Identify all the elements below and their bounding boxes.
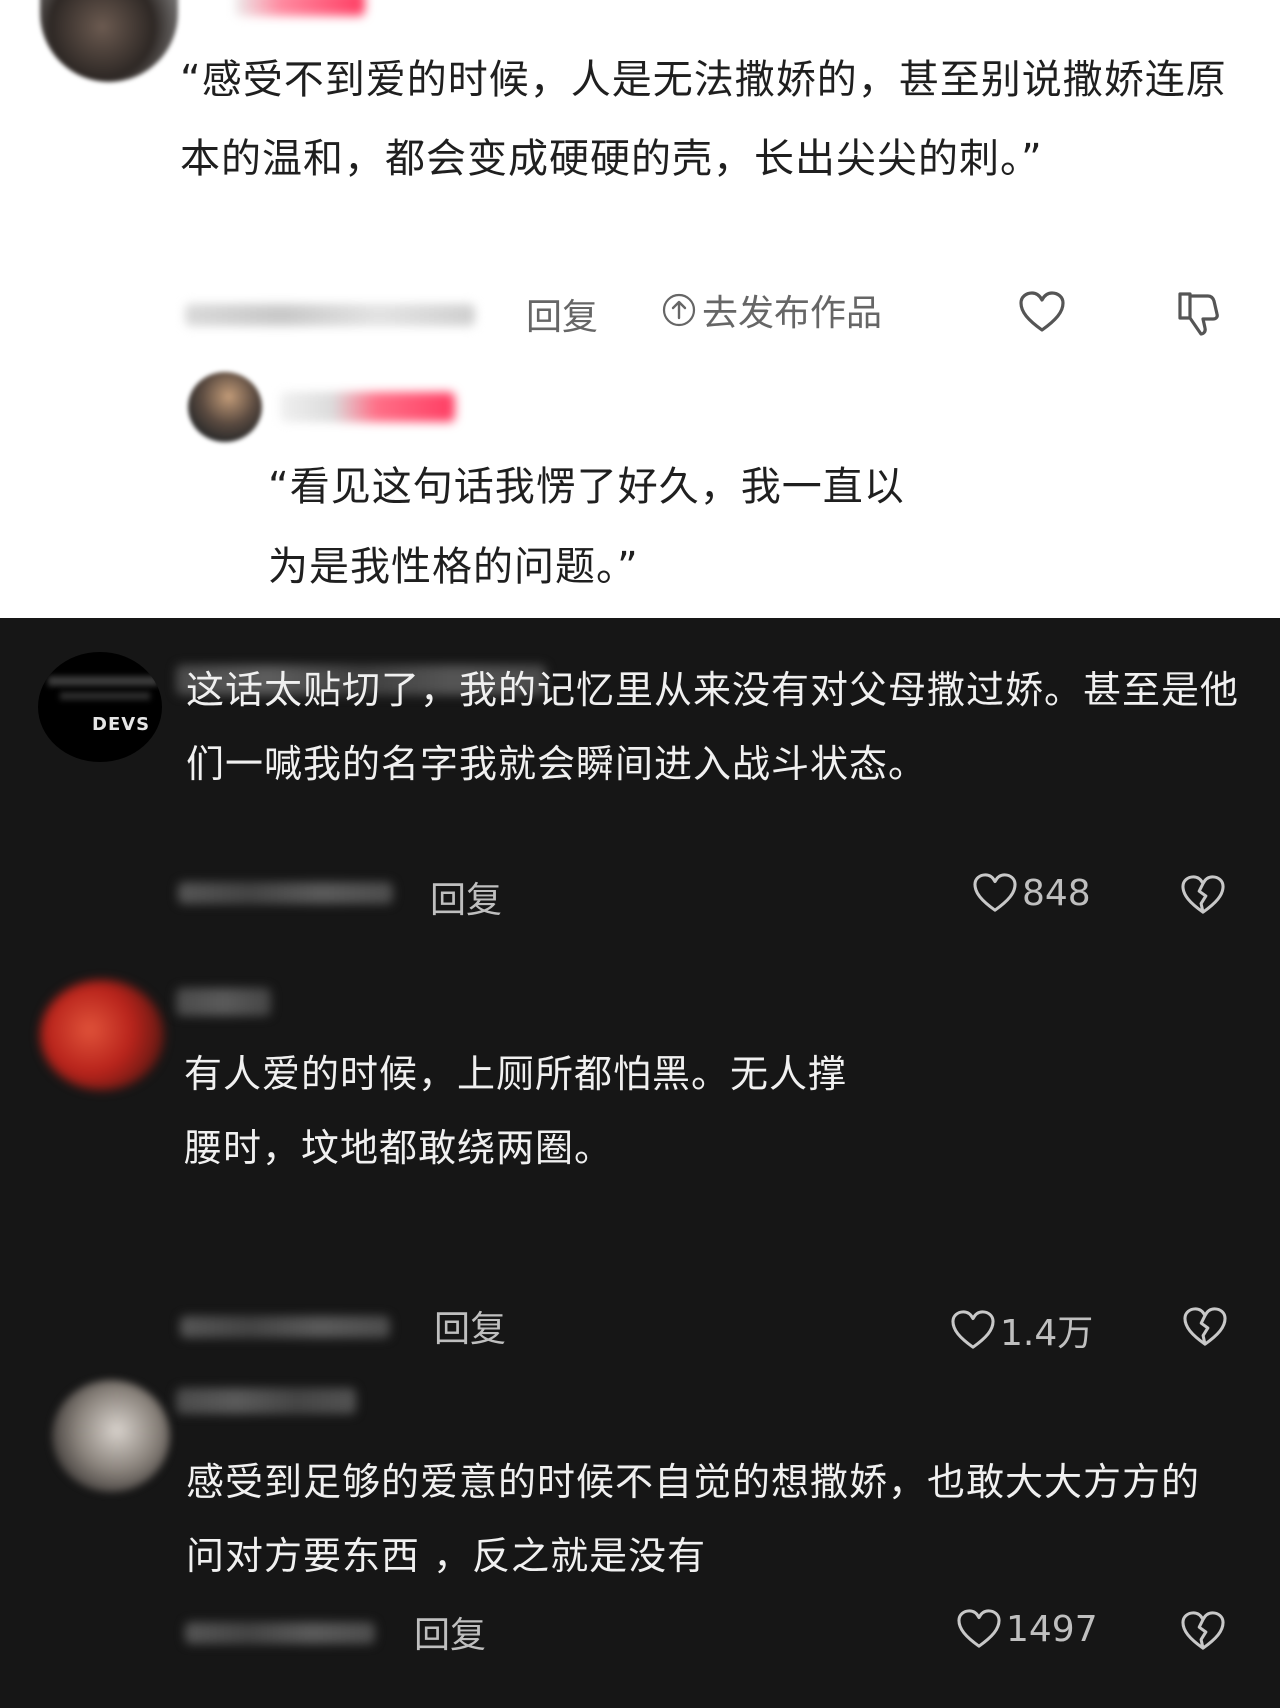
username-blurred[interactable] [176, 1388, 356, 1414]
username-blurred[interactable] [176, 988, 271, 1016]
heart-outline-icon [950, 1309, 996, 1351]
like-count: 1497 [1006, 1608, 1098, 1650]
quoted-thread-screenshot: “感受不到爱的时候，人是无法撒娇的，甚至别说撒娇连原本的温和，都会变成硬硬的壳，… [0, 0, 1280, 618]
broken-heart-icon[interactable] [1182, 1306, 1228, 1348]
reply-button[interactable]: 回复 [414, 1606, 486, 1658]
comment-list: DEVS 这话太贴切了，我的记忆里从来没有对父母撒过娇。甚至是他们一喊我的名字我… [0, 618, 1280, 1708]
like-button[interactable]: 1.4万 [950, 1304, 1093, 1356]
comment-text: 这话太贴切了，我的记忆里从来没有对父母撒过娇。甚至是他们一喊我的名字我就会瞬间进… [186, 668, 1240, 786]
publish-button[interactable]: 去发布作品 [662, 288, 882, 334]
broken-heart-icon[interactable] [1180, 874, 1226, 916]
nested-reply-text: “看见这句话我愣了好久，我一直以为是我性格的问题。” [268, 464, 905, 590]
comment-text: “感受不到爱的时候，人是无法撒娇的，甚至别说撒娇连原本的温和，都会变成硬硬的壳，… [180, 57, 1227, 182]
user-avatar[interactable] [40, 0, 178, 82]
username-blurred[interactable] [235, 0, 365, 16]
heart-outline-icon [956, 1608, 1002, 1650]
like-button[interactable]: 1497 [956, 1608, 1098, 1650]
timestamp-blurred [178, 882, 393, 904]
like-button[interactable]: 848 [972, 872, 1091, 914]
thumbs-down-icon[interactable] [1176, 290, 1220, 336]
timestamp-blurred [180, 1316, 390, 1338]
reply-button[interactable]: 回复 [430, 871, 502, 923]
upload-circle-icon [662, 293, 696, 327]
reply-button[interactable]: 回复 [526, 288, 598, 340]
timestamp-blurred [185, 1622, 375, 1644]
reply-button[interactable]: 回复 [434, 1300, 506, 1352]
broken-heart-icon[interactable] [1180, 1610, 1226, 1652]
reply-username-blurred[interactable] [280, 392, 455, 422]
like-count: 848 [1022, 872, 1091, 914]
user-avatar[interactable] [40, 980, 164, 1090]
heart-outline-icon [972, 872, 1018, 914]
like-count: 1.4万 [1000, 1313, 1094, 1354]
user-avatar[interactable]: DEVS [38, 652, 162, 762]
reply-user-avatar[interactable] [188, 372, 262, 442]
comment-text: 感受到足够的爱意的时候不自觉的想撒娇，也敢大大方方的问对方要东西 ，反之就是没有 [186, 1460, 1201, 1578]
timestamp-blurred [185, 304, 475, 326]
heart-outline-icon[interactable] [1018, 290, 1066, 334]
user-avatar[interactable] [52, 1380, 170, 1492]
avatar-text: DEVS [92, 714, 151, 735]
publish-label: 去发布作品 [702, 293, 883, 334]
comment-text: 有人爱的时候，上厕所都怕黑。无人撑腰时，坟地都敢绕两圈。 [184, 1052, 848, 1170]
